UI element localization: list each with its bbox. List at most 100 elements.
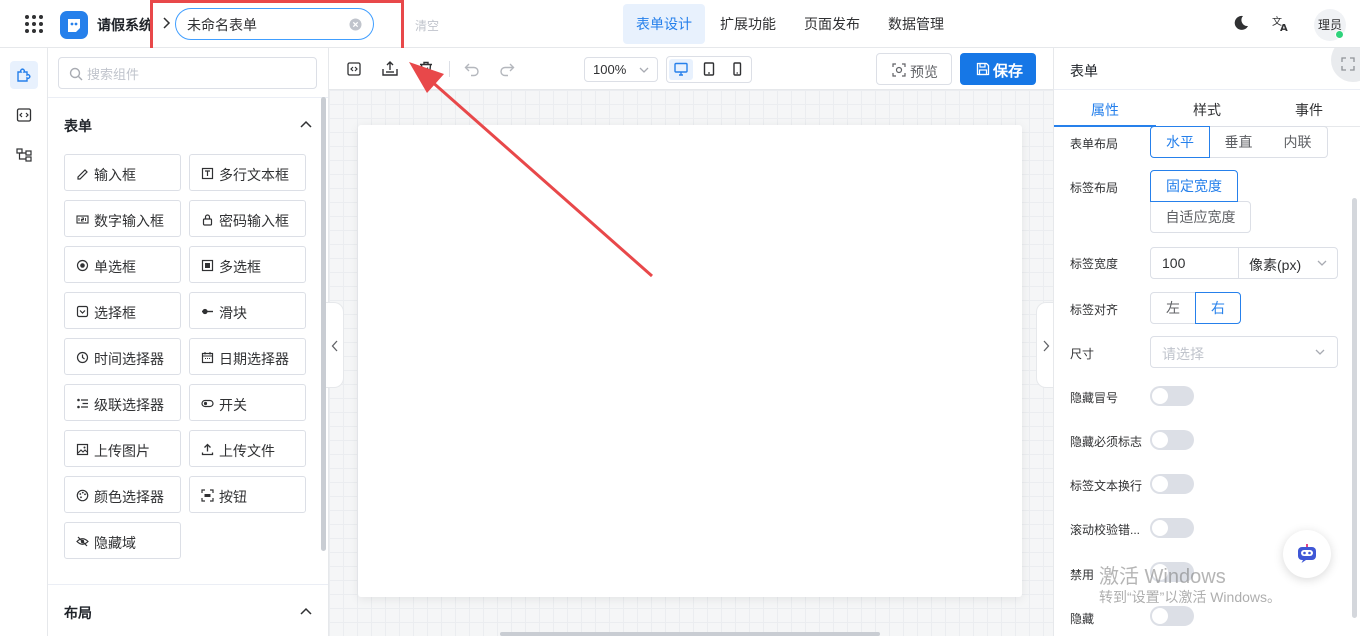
chat-assistant-button[interactable] <box>1283 530 1331 578</box>
component-search-field[interactable] <box>58 57 317 89</box>
component-item-label: 数字输入框 <box>94 213 164 229</box>
save-icon <box>976 62 990 76</box>
component-item-label: 颜色选择器 <box>94 489 164 505</box>
component-item[interactable]: 选择框 <box>64 292 181 329</box>
tab-data-management[interactable]: 数据管理 <box>875 4 957 44</box>
zoom-select[interactable]: 100% <box>584 57 658 82</box>
component-item[interactable]: 滑块 <box>189 292 306 329</box>
tab-form-design[interactable]: 表单设计 <box>623 4 705 44</box>
toolbar-divider <box>449 61 450 77</box>
pencil-icon <box>77 169 88 180</box>
component-item-label: 密码输入框 <box>219 213 289 229</box>
label-align-left[interactable]: 左 <box>1150 292 1196 324</box>
code-view-icon[interactable] <box>345 60 363 78</box>
component-item-label: 隐藏域 <box>94 535 136 551</box>
label-width-field[interactable]: 100 像素(px) <box>1150 247 1338 279</box>
label-align-label: 标签对齐 <box>1070 303 1119 317</box>
group-title-layout[interactable]: 布局 <box>64 603 92 623</box>
undo-icon[interactable] <box>463 60 481 78</box>
component-item[interactable]: 开关 <box>189 384 306 421</box>
upload-icon <box>201 443 214 456</box>
form-layout-horizontal[interactable]: 水平 <box>1150 126 1210 158</box>
form-layout-inline[interactable]: 内联 <box>1268 126 1328 158</box>
preview-icon <box>892 63 906 77</box>
component-item[interactable]: 级联选择器 <box>64 384 181 421</box>
component-item-label: 多行文本框 <box>219 167 289 183</box>
component-item-label: 滑块 <box>219 305 247 321</box>
save-button[interactable]: 保存 <box>960 53 1036 85</box>
preview-label: 预览 <box>910 64 938 80</box>
rail-code-button[interactable] <box>10 101 38 129</box>
components-panel: 表单 输入框 多行文本框数字输入框 密码输入框单选框 多选框选择框 滑块时间选择器 日期选… <box>48 48 329 636</box>
tablet-icon <box>703 62 715 76</box>
canvas-horizontal-scrollbar[interactable] <box>500 632 880 636</box>
component-item[interactable]: 隐藏域 <box>64 522 181 559</box>
number-icon <box>76 215 89 224</box>
device-tablet-button[interactable] <box>697 59 721 80</box>
component-item[interactable]: 数字输入框 <box>64 200 181 237</box>
property-scrollbar[interactable] <box>1352 198 1357 618</box>
tab-properties[interactable]: 属性 <box>1054 100 1156 120</box>
tab-events[interactable]: 事件 <box>1258 100 1360 120</box>
chevron-up-icon[interactable] <box>300 607 312 615</box>
clear-button[interactable]: 清空 <box>415 17 439 34</box>
hide-colon-switch[interactable] <box>1150 386 1194 406</box>
clock-icon <box>76 351 89 364</box>
tree-icon <box>16 148 32 162</box>
component-item[interactable]: 多行文本框 <box>189 154 306 191</box>
component-item-label: 单选框 <box>94 259 136 275</box>
tab-styles[interactable]: 样式 <box>1156 100 1258 120</box>
expand-panel-button[interactable] <box>1331 48 1360 82</box>
import-icon[interactable] <box>381 60 399 78</box>
trash-icon[interactable] <box>417 60 435 78</box>
size-select[interactable]: 请选择 <box>1150 336 1338 368</box>
collapse-right-panel-button[interactable] <box>1036 302 1054 388</box>
form-layout-vertical[interactable]: 垂直 <box>1209 126 1269 158</box>
label-width-unit-select[interactable]: 像素(px) <box>1238 248 1338 278</box>
redo-icon[interactable] <box>498 60 516 78</box>
component-item[interactable]: 上传文件 <box>189 430 306 467</box>
component-item[interactable]: 按钮 <box>189 476 306 513</box>
collapse-left-panel-button[interactable] <box>326 302 344 388</box>
component-item[interactable]: 多选框 <box>189 246 306 283</box>
group-title-form[interactable]: 表单 <box>64 116 92 136</box>
component-item[interactable]: 日期选择器 <box>189 338 306 375</box>
translate-icon[interactable]: 文A <box>1272 14 1290 32</box>
scroll-to-error-switch[interactable] <box>1150 518 1194 538</box>
apps-grid-icon[interactable] <box>24 14 44 34</box>
component-item[interactable]: 单选框 <box>64 246 181 283</box>
component-item-label: 时间选择器 <box>94 351 164 367</box>
component-item-label: 日期选择器 <box>219 351 289 367</box>
component-item[interactable]: 时间选择器 <box>64 338 181 375</box>
canvas-toolbar: 100% 预览 保存 <box>329 48 1053 90</box>
windows-activation-subtitle: 转到“设置”以激活 Windows。 <box>1099 589 1282 605</box>
chevron-down-icon <box>1317 260 1327 266</box>
component-search-input[interactable] <box>87 64 287 84</box>
tab-page-publish[interactable]: 页面发布 <box>791 4 873 44</box>
label-layout-fixed[interactable]: 固定宽度 <box>1150 170 1238 202</box>
component-item[interactable]: 颜色选择器 <box>64 476 181 513</box>
label-layout-auto[interactable]: 自适应宽度 <box>1150 201 1251 233</box>
moon-icon[interactable] <box>1232 14 1250 32</box>
chevron-up-icon[interactable] <box>300 120 312 128</box>
device-desktop-button[interactable] <box>669 59 693 80</box>
component-item[interactable]: 上传图片 <box>64 430 181 467</box>
online-status-dot <box>1335 30 1344 39</box>
rail-tree-button[interactable] <box>10 141 38 169</box>
label-align-right[interactable]: 右 <box>1195 292 1241 324</box>
hidden-switch[interactable] <box>1150 606 1194 626</box>
button-icon <box>201 489 214 502</box>
hide-required-switch[interactable] <box>1150 430 1194 450</box>
preview-button[interactable]: 预览 <box>876 53 952 85</box>
tab-extensions[interactable]: 扩展功能 <box>707 4 789 44</box>
hide-required-label: 隐藏必须标志 <box>1070 435 1143 449</box>
label-wrap-switch[interactable] <box>1150 474 1194 494</box>
component-item[interactable]: 密码输入框 <box>189 200 306 237</box>
chevron-right-icon <box>1043 340 1050 352</box>
component-item[interactable]: 输入框 <box>64 154 181 191</box>
device-mobile-button[interactable] <box>725 59 749 80</box>
form-canvas-sheet[interactable] <box>358 125 1022 597</box>
hidden-label: 隐藏 <box>1070 612 1095 626</box>
rail-components-button[interactable] <box>10 61 38 89</box>
slider-icon <box>202 308 213 315</box>
